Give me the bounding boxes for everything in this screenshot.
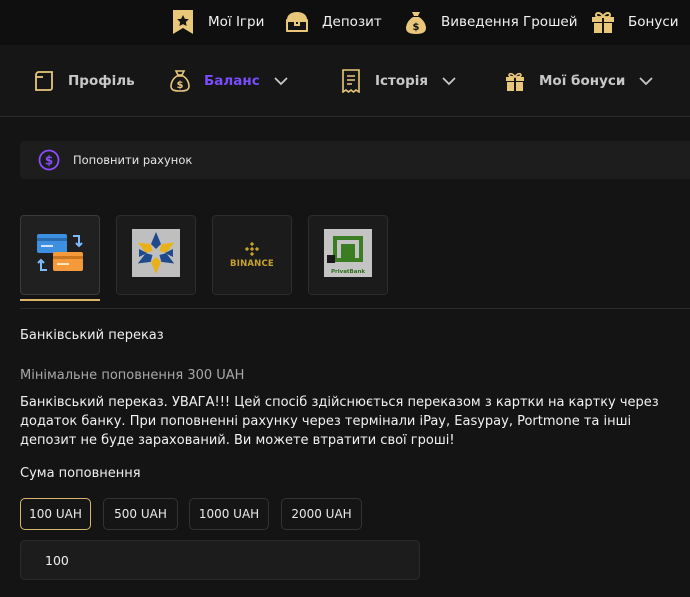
tab-balance[interactable]: $ Баланс: [168, 67, 288, 95]
privatbank-logo-text: PrivatBank: [331, 269, 366, 275]
chevron-down-icon[interactable]: [274, 74, 288, 88]
method-title: Банківський переказ: [20, 328, 164, 343]
amount-chip-2000[interactable]: 2000 UAH: [281, 498, 362, 530]
chevron-down-icon[interactable]: [442, 74, 456, 88]
receipt-icon: [339, 69, 363, 93]
deposit-banner-label: Поповнити рахунок: [73, 153, 193, 167]
nav-withdraw[interactable]: $ Виведення Грошей: [403, 7, 578, 37]
chevron-down-icon[interactable]: [639, 74, 653, 88]
tab-label: Профіль: [68, 73, 135, 89]
credit-cards-exchange-icon: [35, 230, 85, 280]
nav-label: Мої Ігри: [208, 14, 265, 30]
tab-label: Мої бонуси: [539, 73, 626, 89]
amount-chip-500[interactable]: 500 UAH: [103, 498, 178, 530]
amount-label: Сума поповнення: [20, 466, 141, 481]
active-method-indicator: [20, 299, 100, 301]
nav-my-games[interactable]: Мої Ігри: [170, 7, 264, 37]
tab-profile[interactable]: Профіль: [32, 67, 135, 95]
tab-history[interactable]: Історія: [339, 67, 456, 95]
warning-text: Банківський переказ. УВАГА!!! Цей спосіб…: [20, 395, 659, 448]
tab-label: Баланс: [204, 73, 260, 89]
tab-label: Історія: [375, 73, 429, 89]
nav-bonuses[interactable]: Бонуси: [590, 7, 679, 37]
amount-chip-100[interactable]: 100 UAH: [20, 498, 91, 530]
tab-my-bonuses[interactable]: Мої бонуси: [503, 67, 653, 95]
profile-card-icon: [32, 69, 56, 93]
method-binance[interactable]: BINANCE: [212, 215, 292, 295]
money-bag-icon: $: [403, 9, 429, 35]
treasure-chest-icon: [284, 9, 310, 35]
binance-logo-icon: BINANCE: [230, 241, 274, 269]
divider: [20, 308, 690, 309]
money-bag-icon: $: [168, 69, 192, 93]
nav-label: Бонуси: [628, 14, 679, 30]
deposit-banner[interactable]: $ Поповнити рахунок: [20, 141, 690, 179]
nav-label: Виведення Грошей: [441, 14, 578, 30]
nav-deposit[interactable]: Депозит: [284, 7, 382, 37]
star-bookmark-icon: [170, 9, 196, 35]
amount-input[interactable]: [20, 540, 420, 580]
binance-logo-text: BINANCE: [230, 258, 274, 269]
top-navigation: Мої Ігри Депозит $ Виведення Грошей Бону…: [0, 0, 690, 45]
gift-icon: [590, 9, 616, 35]
method-privatbank[interactable]: PrivatBank: [308, 215, 388, 295]
minimum-deposit-text: Мінімальне поповнення 300 UAH: [20, 368, 245, 383]
amount-chip-1000[interactable]: 1000 UAH: [189, 498, 269, 530]
account-tabs: Профіль $ Баланс Історія Мої бонуси: [0, 45, 690, 117]
svg-text:$: $: [177, 80, 184, 91]
dollar-circle-icon: $: [38, 149, 60, 171]
method-hexagon-bank[interactable]: [116, 215, 196, 295]
gift-icon: [503, 69, 527, 93]
method-bank-transfer[interactable]: [20, 215, 100, 295]
nav-label: Депозит: [322, 14, 382, 30]
svg-text:$: $: [45, 154, 53, 168]
star-hexagon-logo-icon: [132, 229, 180, 281]
svg-text:$: $: [413, 22, 420, 33]
